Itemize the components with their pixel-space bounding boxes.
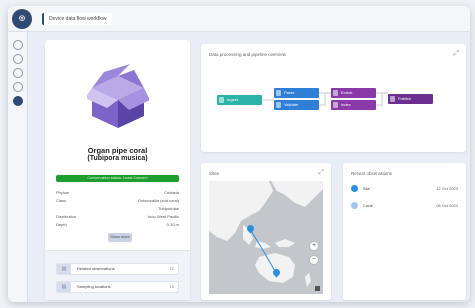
- list-item[interactable]: ▤ Related observations 12: [56, 263, 179, 275]
- link-count: 12: [169, 266, 174, 271]
- field-value: 0-30 m: [166, 222, 179, 227]
- zoom-in-button[interactable]: +: [309, 241, 319, 251]
- link-count: 10: [169, 284, 174, 289]
- node-label: Enrich: [341, 90, 353, 95]
- link-label: Related observations: [77, 266, 115, 271]
- globe-icon[interactable]: [13, 96, 23, 106]
- node-label: Publish: [398, 96, 412, 101]
- pipeline-node[interactable]: Validate: [274, 100, 319, 110]
- field-label: Phylum: [56, 190, 70, 195]
- related-links: ▤ Related observations 12 ▤ Sampling loc…: [45, 250, 190, 300]
- open-box-icon: [87, 64, 149, 128]
- layers-icon[interactable]: [13, 54, 23, 64]
- node-icon: [219, 97, 224, 103]
- expand-icon[interactable]: ⤢: [318, 169, 324, 177]
- field-row: Class Octocorallia (soft coral): [56, 198, 179, 203]
- item-name: Site: [363, 186, 370, 191]
- pipeline-node[interactable]: Index: [331, 100, 376, 110]
- species-title: Organ pipe coral: [87, 146, 148, 155]
- field-label: Class: [56, 198, 67, 203]
- coral-icon: [351, 202, 358, 209]
- top-bar: ◎ Device data flow workflow: [8, 6, 470, 32]
- item-date: 12 Oct 2023: [436, 186, 458, 191]
- field-value: Octocorallia (soft coral): [137, 198, 179, 203]
- pipeline-node[interactable]: Ingest: [217, 95, 262, 105]
- status-badge: Conservation status: Least Concern: [56, 175, 179, 182]
- map-card: Sites ⤢ + −: [201, 163, 331, 300]
- list-item[interactable]: Site 12 Oct 2023: [351, 183, 458, 195]
- folder-icon: ▤: [57, 282, 71, 292]
- grid-icon[interactable]: [13, 68, 23, 78]
- show-more-button[interactable]: Show more: [108, 233, 132, 242]
- pipeline-node[interactable]: Parse: [274, 88, 319, 98]
- node-label: Parse: [284, 90, 295, 95]
- field-label: Depth: [56, 222, 67, 227]
- field-value: Indo-West Pacific: [147, 214, 179, 219]
- globe-icon: [351, 185, 358, 192]
- node-icon: [276, 90, 281, 96]
- item-name: Coral: [363, 203, 373, 208]
- list-item[interactable]: ▤ Sampling locations 10: [56, 281, 179, 293]
- node-icon: [333, 90, 338, 96]
- home-icon[interactable]: [13, 40, 23, 50]
- field-value: Tubiporidae: [158, 206, 179, 211]
- node-icon: [390, 96, 395, 102]
- app-logo[interactable]: ◎: [12, 9, 32, 29]
- field-value: Cnidaria: [164, 190, 179, 195]
- card-title: Sites: [209, 171, 220, 176]
- observations-card: Recent observations Site 12 Oct 2023 Cor…: [343, 163, 466, 300]
- folder-icon: ▤: [57, 264, 71, 274]
- node-icon: [333, 102, 338, 108]
- settings-icon[interactable]: [13, 82, 23, 92]
- item-date: 08 Oct 2023: [436, 203, 458, 208]
- sidebar-rail: [8, 32, 28, 302]
- zoom-out-button[interactable]: −: [309, 255, 319, 265]
- map-land: [209, 181, 323, 294]
- fullscreen-icon[interactable]: [315, 286, 320, 291]
- node-icon: [276, 102, 281, 108]
- field-row: Distribution Indo-West Pacific: [56, 214, 179, 219]
- link-label: Sampling locations: [77, 284, 111, 289]
- species-subtitle: (Tubipora musica): [87, 155, 148, 162]
- list-item[interactable]: Coral 08 Oct 2023: [351, 200, 458, 212]
- pipeline-node[interactable]: Publish: [388, 94, 433, 104]
- pipeline-node[interactable]: Enrich: [331, 88, 376, 98]
- card-title: Recent observations: [351, 171, 393, 176]
- field-label: Distribution: [56, 214, 77, 219]
- field-row: Depth 0-30 m: [56, 222, 179, 227]
- app-window: ◎ Device data flow workflow Organ pipe c…: [8, 6, 470, 302]
- map-view[interactable]: + −: [209, 181, 323, 294]
- node-label: Ingest: [227, 97, 238, 102]
- node-label: Validate: [284, 102, 299, 107]
- pipeline-card: Data processing and pipeline overview ⤢ …: [201, 44, 466, 152]
- field-row: Phylum Cnidaria: [56, 190, 179, 195]
- node-label: Index: [341, 102, 351, 107]
- breadcrumb[interactable]: Device data flow workflow: [42, 13, 112, 25]
- species-detail-card: Organ pipe coral (Tubipora musica) Conse…: [45, 40, 190, 300]
